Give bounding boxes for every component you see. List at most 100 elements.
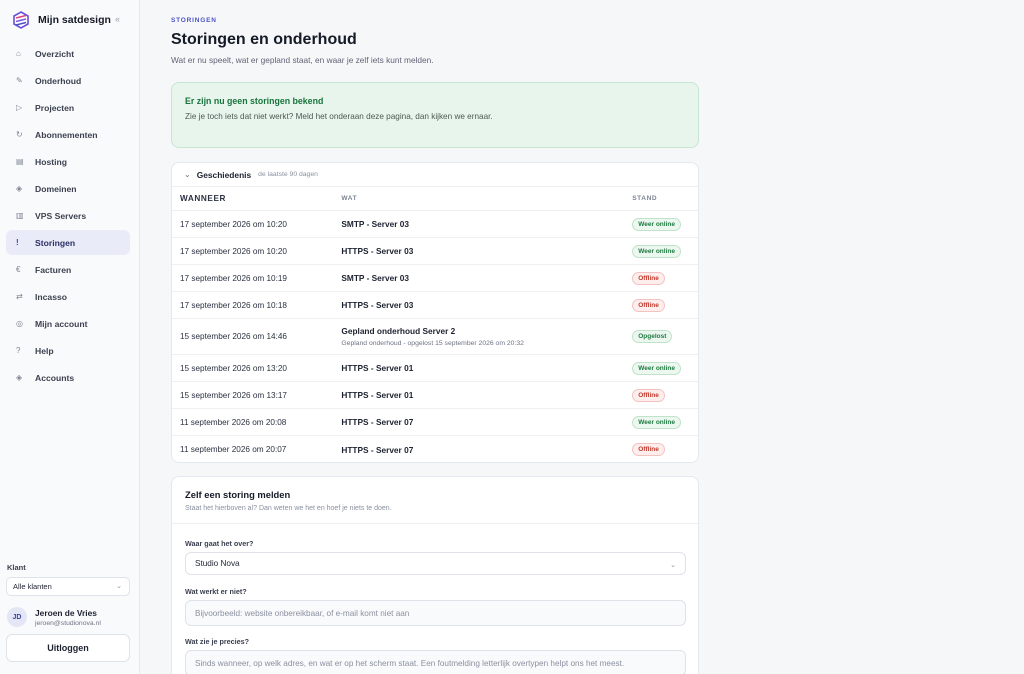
row-when: 15 september 2026 om 13:17 xyxy=(180,390,287,400)
row-what-title: HTTPS - Server 03 xyxy=(341,300,414,310)
history-toggle[interactable]: ⌄ Geschiedenis de laatste 90 dagen xyxy=(172,163,698,187)
help-icon: ? xyxy=(16,346,21,355)
sidebar-item-incasso[interactable]: ⇄ Incasso xyxy=(6,284,130,309)
sidebar-item-facturen[interactable]: € Facturen xyxy=(6,257,130,282)
details-textarea[interactable]: Sinds wanneer, op welk adres, en wat er … xyxy=(185,650,686,674)
field-label-subject: Waar gaat het over? xyxy=(185,539,254,548)
status-alert: Er zijn nu geen storingen bekend Zie je … xyxy=(171,82,699,148)
row-status: Weer online xyxy=(632,217,698,231)
collapse-sidebar-icon[interactable]: « xyxy=(115,14,120,24)
row-what: SMTP - Server 03 xyxy=(341,219,632,229)
row-when: 15 september 2026 om 14:46 xyxy=(180,332,287,341)
column-header-when: WANNEER xyxy=(180,194,227,203)
sidebar-item-label: Overzicht xyxy=(35,48,75,59)
row-what-title: SMTP - Server 03 xyxy=(341,219,410,229)
play-icon: ▷ xyxy=(16,103,23,112)
table-header: WANNEER WAT STAND xyxy=(172,187,698,211)
row-what-title: SMTP - Server 03 xyxy=(341,273,410,283)
report-subtitle: Staat het hierboven al? Dan weten we het… xyxy=(185,505,392,512)
user-info: Jeroen de Vries jeroen@studionova.nl xyxy=(35,608,101,627)
sidebar-item-onderhoud[interactable]: ✎ Onderhoud xyxy=(6,68,130,93)
row-what-title: Gepland onderhoud Server 2 xyxy=(341,326,456,336)
logout-button[interactable]: Uitloggen xyxy=(6,634,130,662)
report-title: Zelf een storing melden xyxy=(185,489,291,500)
row-what-title: HTTPS - Server 03 xyxy=(341,246,414,256)
table-row: 17 september 2026 om 10:18 HTTPS - Server… xyxy=(172,292,698,319)
sidebar-nav: ⌂ Overzicht ✎ Onderhoud ▷ Projecten ↻ Abonnemen… xyxy=(6,41,130,392)
row-status: Offline xyxy=(632,298,698,312)
alert-icon: ! xyxy=(16,238,19,247)
row-status: Offline xyxy=(632,443,698,456)
sidebar-item-mijn-account[interactable]: ◎ Mijn account xyxy=(6,311,130,336)
problem-input-placeholder: Bijvoorbeeld: website onbereikbaar, of e… xyxy=(195,608,410,618)
sidebar-item-label: Abonnementen xyxy=(35,129,98,140)
subject-select-value: Studio Nova xyxy=(195,559,240,568)
client-select-value: Alle klanten xyxy=(13,582,52,591)
row-what: Gepland onderhoud Server 2 Gepland onderh… xyxy=(341,326,632,347)
row-what-title: HTTPS - Server 07 xyxy=(341,417,414,427)
sidebar-item-abonnementen[interactable]: ↻ Abonnementen xyxy=(6,122,130,147)
sidebar-item-label: Projecten xyxy=(35,102,75,113)
globe-icon: ◈ xyxy=(16,184,23,193)
row-status: Weer online xyxy=(632,361,698,375)
row-when: 11 september 2026 om 20:08 xyxy=(180,417,287,427)
history-title: Geschiedenis xyxy=(196,169,252,180)
logo-icon xyxy=(13,11,29,29)
table-row: 15 september 2026 om 13:17 HTTPS - Server… xyxy=(172,382,698,409)
sidebar-item-domeinen[interactable]: ◈ Domeinen xyxy=(6,176,130,201)
wrench-icon: ✎ xyxy=(16,76,23,85)
table-row: 15 september 2026 om 13:20 HTTPS - Server… xyxy=(172,355,698,382)
sidebar: Mijn satdesign « ⌂ Overzicht ✎ Onderhoud ▷ Pr… xyxy=(0,0,140,674)
row-what: HTTPS - Server 03 xyxy=(341,300,632,310)
vps-icon: ▥ xyxy=(16,211,24,220)
sidebar-item-vps-servers[interactable]: ▥ VPS Servers xyxy=(6,203,130,228)
problem-input[interactable]: Bijvoorbeeld: website onbereikbaar, of e… xyxy=(185,600,686,626)
brand[interactable]: Mijn satdesign xyxy=(12,10,132,30)
sidebar-item-projecten[interactable]: ▷ Projecten xyxy=(6,95,130,120)
sidebar-item-accounts[interactable]: ◈ Accounts xyxy=(6,365,130,390)
sidebar-item-label: Storingen xyxy=(35,237,76,248)
chevron-down-icon: ⌄ xyxy=(184,170,191,179)
page-subtitle: Wat er nu speelt, wat er gepland staat, … xyxy=(171,55,434,65)
home-icon: ⌂ xyxy=(16,49,21,58)
alert-title: Er zijn nu geen storingen bekend xyxy=(185,96,324,106)
status-badge: Weer online xyxy=(632,217,681,231)
accounts-icon: ◈ xyxy=(16,373,23,382)
row-status: Weer online xyxy=(632,415,698,429)
row-when: 17 september 2026 om 10:20 xyxy=(180,246,287,256)
table-row: 11 september 2026 om 20:07 HTTPS - Server… xyxy=(172,436,698,462)
server-icon: ▤ xyxy=(16,157,24,166)
alert-text: Zie je toch iets dat niet werkt? Meld he… xyxy=(185,112,493,121)
client-select[interactable]: Alle klanten ⌄ xyxy=(6,577,130,596)
row-what: SMTP - Server 03 xyxy=(341,273,632,283)
details-textarea-placeholder: Sinds wanneer, op welk adres, en wat er … xyxy=(195,658,625,668)
row-what-title: HTTPS - Server 01 xyxy=(341,363,414,373)
table-row: 17 september 2026 om 10:20 SMTP - Server … xyxy=(172,211,698,238)
sidebar-item-help[interactable]: ? Help xyxy=(6,338,130,363)
sidebar-item-label: Accounts xyxy=(35,372,75,383)
history-rows: 17 september 2026 om 10:20 SMTP - Server … xyxy=(172,211,698,462)
sidebar-item-storingen[interactable]: ! Storingen xyxy=(6,230,130,255)
status-badge: Offline xyxy=(632,298,665,312)
sidebar-item-label: Mijn account xyxy=(35,318,88,329)
history-note: de laatste 90 dagen xyxy=(258,171,318,178)
status-badge: Weer online xyxy=(632,415,681,429)
row-what-title: HTTPS - Server 01 xyxy=(341,390,414,400)
sidebar-item-label: Facturen xyxy=(35,264,72,275)
sidebar-item-label: Incasso xyxy=(35,291,68,302)
status-badge: Offline xyxy=(632,271,665,285)
sidebar-item-overzicht[interactable]: ⌂ Overzicht xyxy=(6,41,130,66)
row-status: Weer online xyxy=(632,244,698,258)
row-when: 17 september 2026 om 10:19 xyxy=(180,273,287,283)
user-icon: ◎ xyxy=(16,319,23,328)
euro-icon: € xyxy=(16,265,21,274)
sidebar-item-label: Domeinen xyxy=(35,183,77,194)
row-what: HTTPS - Server 07 xyxy=(341,417,632,427)
row-when: 17 september 2026 om 10:20 xyxy=(180,219,287,229)
sidebar-item-label: VPS Servers xyxy=(35,210,87,221)
client-label: Klant xyxy=(7,563,26,572)
page-title: Storingen en onderhoud xyxy=(171,31,357,48)
subject-select[interactable]: Studio Nova ⌄ xyxy=(185,552,686,575)
user-profile[interactable]: JD Jeroen de Vries jeroen@studionova.nl xyxy=(7,605,131,629)
sidebar-item-hosting[interactable]: ▤ Hosting xyxy=(6,149,130,174)
